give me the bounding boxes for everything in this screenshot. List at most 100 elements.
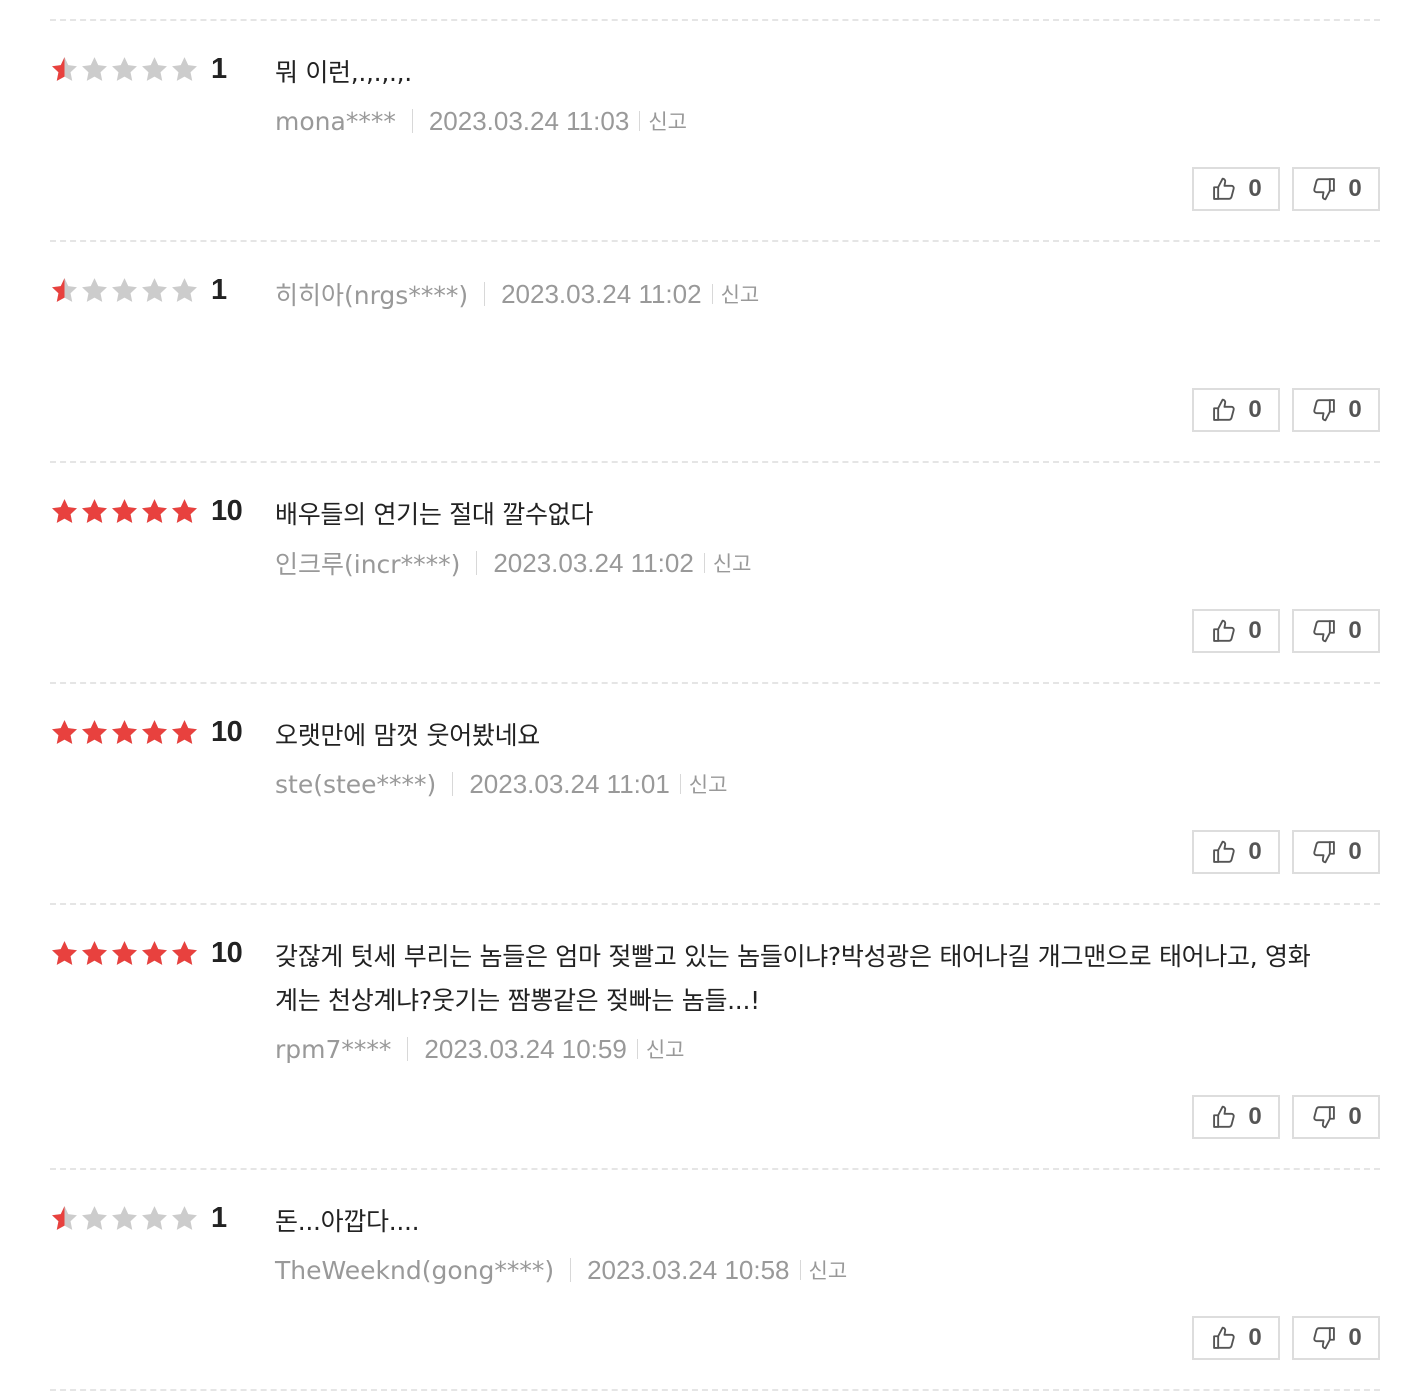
star-icon [142, 56, 167, 81]
dislike-button[interactable]: 0 [1292, 167, 1380, 211]
thumbs-up-icon [1210, 396, 1238, 424]
divider [636, 1039, 638, 1059]
star-icon [172, 719, 197, 744]
review-meta: 인크루(incr****) 2023.03.24 11:02 신고 [275, 545, 1380, 581]
rating: 10 [50, 715, 243, 748]
divider [452, 772, 454, 796]
like-count: 0 [1248, 175, 1262, 202]
report-link[interactable]: 신고 [648, 106, 687, 136]
dislike-button[interactable]: 0 [1292, 1316, 1380, 1360]
report-link[interactable]: 신고 [713, 548, 752, 578]
review-item: 1 돈...아깝다.... TheWeeknd(gong****) 2023.0… [50, 1170, 1380, 1391]
like-button[interactable]: 0 [1192, 167, 1280, 211]
review-author: mona**** [275, 106, 396, 136]
star-icon [172, 498, 197, 523]
review-meta: ste(stee****) 2023.03.24 11:01 신고 [275, 766, 1380, 802]
dislike-count: 0 [1348, 1103, 1362, 1130]
divider [476, 551, 478, 575]
star-icon [52, 719, 77, 744]
thumbs-down-icon [1310, 175, 1338, 203]
star-icon [142, 498, 167, 523]
review-meta: rpm7**** 2023.03.24 10:59 신고 [275, 1031, 1330, 1067]
review-comment: 오랫만에 맘껏 웃어봤네요 [275, 721, 540, 750]
star-icon [112, 719, 137, 744]
vote-buttons: 0 0 [1192, 830, 1380, 874]
star-icon [82, 1205, 107, 1230]
star-icon [142, 1205, 167, 1230]
vote-buttons: 0 0 [1192, 609, 1380, 653]
rating-score: 10 [211, 936, 243, 969]
vote-buttons: 0 0 [1192, 1095, 1380, 1139]
star-rating [50, 276, 199, 305]
rating-score: 10 [211, 715, 243, 748]
thumbs-down-icon [1310, 838, 1338, 866]
dislike-button[interactable]: 0 [1292, 1095, 1380, 1139]
divider [411, 109, 413, 133]
divider [407, 1037, 409, 1061]
like-button[interactable]: 0 [1192, 388, 1280, 432]
review-date: 2023.03.24 11:02 [493, 547, 694, 578]
report-link[interactable]: 신고 [646, 1034, 685, 1064]
star-icon [142, 940, 167, 965]
review-item: 10 오랫만에 맘껏 웃어봤네요 ste(stee****) 2023.03.2… [50, 684, 1380, 905]
thumbs-up-icon [1210, 838, 1238, 866]
review-item: 10 배우들의 연기는 절대 깔수없다 인크루(incr****) 2023.0… [50, 463, 1380, 684]
star-icon [112, 498, 137, 523]
star-icon [52, 498, 77, 523]
rating: 1 [50, 1202, 227, 1234]
star-icon [82, 719, 107, 744]
review-author: 히히아(nrgs****) [275, 281, 469, 310]
star-icon [82, 498, 107, 523]
divider [799, 1260, 801, 1280]
review-author: TheWeeknd(gong****) [275, 1255, 555, 1285]
report-link[interactable]: 신고 [721, 279, 760, 309]
like-count: 0 [1248, 396, 1262, 423]
dislike-button[interactable]: 0 [1292, 388, 1380, 432]
like-button[interactable]: 0 [1192, 609, 1280, 653]
review-comment: 배우들의 연기는 절대 깔수없다 [275, 500, 594, 529]
like-count: 0 [1248, 838, 1262, 865]
report-link[interactable]: 신고 [809, 1255, 848, 1285]
like-button[interactable]: 0 [1192, 830, 1280, 874]
rating: 10 [50, 936, 243, 969]
review-item: 1 히히아(nrgs****) 2023.03.24 11:02 신고 0 0 [50, 242, 1380, 463]
rating-score: 10 [211, 494, 243, 527]
review-meta: 히히아(nrgs****) 2023.03.24 11:02 신고 [275, 272, 1380, 316]
star-icon [52, 277, 77, 302]
star-icon [172, 277, 197, 302]
star-rating [50, 1204, 199, 1233]
thumbs-up-icon [1210, 617, 1238, 645]
star-icon [172, 940, 197, 965]
review-list: 1 뭐 이런,.,.,.,. mona**** 2023.03.24 11:03… [50, 19, 1380, 1391]
like-button[interactable]: 0 [1192, 1316, 1280, 1360]
review-date: 2023.03.24 11:02 [501, 278, 702, 309]
divider [679, 774, 681, 794]
thumbs-up-icon [1210, 175, 1238, 203]
rating-score: 1 [211, 1201, 227, 1234]
thumbs-down-icon [1310, 396, 1338, 424]
divider [570, 1258, 572, 1282]
dislike-count: 0 [1348, 396, 1362, 423]
review-date: 2023.03.24 10:58 [587, 1254, 790, 1285]
review-date: 2023.03.24 10:59 [424, 1033, 627, 1064]
thumbs-down-icon [1310, 1103, 1338, 1131]
divider [639, 111, 641, 131]
rating: 10 [50, 494, 243, 527]
dislike-button[interactable]: 0 [1292, 609, 1380, 653]
review-author: rpm7**** [275, 1034, 392, 1064]
star-icon [142, 277, 167, 302]
dislike-button[interactable]: 0 [1292, 830, 1380, 874]
star-icon [112, 56, 137, 81]
star-icon [172, 56, 197, 81]
review-comment: 돈...아깝다.... [275, 1207, 420, 1236]
dislike-count: 0 [1348, 617, 1362, 644]
report-link[interactable]: 신고 [689, 769, 728, 799]
like-button[interactable]: 0 [1192, 1095, 1280, 1139]
star-icon [82, 940, 107, 965]
star-icon [52, 940, 77, 965]
review-comment: 갖잖게 텃세 부리는 놈들은 엄마 젖빨고 있는 놈들이냐?박성광은 태어나길 … [275, 942, 1311, 1015]
thumbs-up-icon [1210, 1103, 1238, 1131]
review-author: ste(stee****) [275, 769, 437, 799]
like-count: 0 [1248, 1103, 1262, 1130]
star-icon [142, 719, 167, 744]
